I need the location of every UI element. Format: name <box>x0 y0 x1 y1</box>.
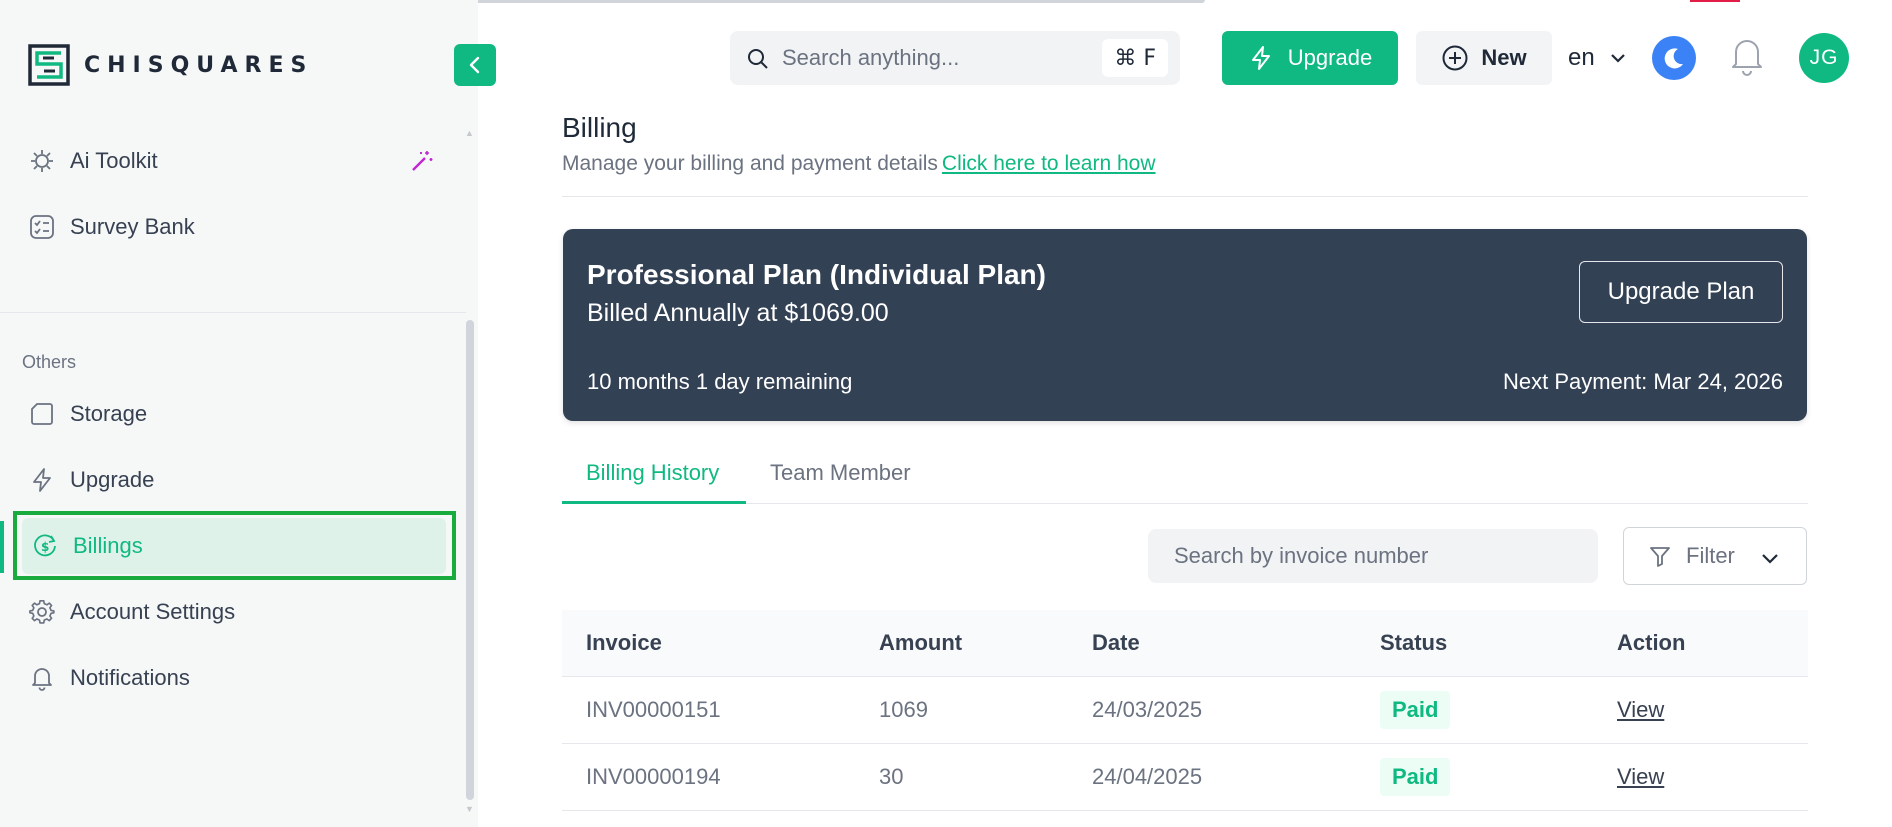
status-cell: Paid <box>1380 676 1617 744</box>
upgrade-button-label: Upgrade <box>1287 45 1373 70</box>
plan-billing-cycle: Billed Annually at $1069.00 <box>587 299 889 327</box>
lightning-icon <box>1251 46 1270 70</box>
sidebar-item-storage[interactable]: Storage <box>16 386 454 442</box>
chisquares-logo-icon <box>28 44 70 86</box>
brand-name: CHISQUARES <box>84 52 314 78</box>
active-tab-underline <box>562 501 746 504</box>
page-subtitle: Manage your billing and payment details C… <box>562 152 1156 176</box>
chevron-left-icon <box>469 56 480 74</box>
sidebar-item-ai-toolkit[interactable]: Ai Toolkit <box>16 133 454 189</box>
chevron-down-icon <box>1610 54 1625 63</box>
sidebar-item-label: Survey Bank <box>70 214 195 239</box>
invoice-search-input[interactable]: Search by invoice number <box>1148 529 1598 583</box>
survey-bank-icon <box>28 213 56 241</box>
column-header-action: Action <box>1617 610 1808 677</box>
plus-circle-icon <box>1442 45 1468 71</box>
invoice-date: 24/03/2025 <box>1092 676 1380 744</box>
tab-billing-history[interactable]: Billing History <box>586 460 719 486</box>
user-avatar[interactable]: JG <box>1799 33 1849 83</box>
search-shortcut: ⌘ F <box>1102 39 1168 77</box>
scroll-up-arrow[interactable]: ▲ <box>465 128 474 138</box>
sidebar-item-label: Ai Toolkit <box>70 148 158 173</box>
chevron-down-icon <box>1762 554 1778 564</box>
next-payment: Next Payment: Mar 24, 2026 <box>1502 369 1783 394</box>
billing-tabs: Billing History Team Member <box>562 452 1808 504</box>
language-value: en <box>1568 44 1595 71</box>
invoice-date: 24/04/2025 <box>1092 743 1380 811</box>
active-indicator <box>0 521 4 573</box>
filter-icon <box>1650 547 1670 567</box>
invoice-number: INV00000194 <box>562 743 879 811</box>
table-row: INV00000194 30 24/04/2025 Paid View <box>562 743 1808 811</box>
sidebar-item-label: Account Settings <box>70 599 236 624</box>
filter-dropdown[interactable]: Filter <box>1623 527 1807 585</box>
action-cell: View <box>1617 676 1808 744</box>
status-cell: Paid <box>1380 743 1617 811</box>
new-button[interactable]: New <box>1416 31 1552 85</box>
page-title: Billing <box>562 112 637 143</box>
bell-icon <box>28 664 56 692</box>
content-divider <box>562 196 1808 197</box>
new-button-label: New <box>1481 45 1527 70</box>
sidebar-scrollbar[interactable] <box>466 320 474 800</box>
language-selector[interactable]: en <box>1568 41 1627 75</box>
search-input[interactable]: Search anything... <box>782 45 959 71</box>
brand-logo[interactable]: CHISQUARES <box>28 44 313 86</box>
plan-card: Professional Plan (Individual Plan) Bill… <box>563 229 1807 421</box>
column-header-date: Date <box>1092 610 1380 677</box>
invoice-number: INV00000151 <box>562 676 879 744</box>
sidebar-divider <box>0 312 466 313</box>
sidebar-item-label: Upgrade <box>70 467 155 492</box>
global-search[interactable]: Search anything... ⌘ F <box>730 31 1180 85</box>
storage-icon <box>28 400 56 428</box>
action-cell: View <box>1617 743 1808 811</box>
invoice-amount: 30 <box>879 743 1092 811</box>
column-header-invoice: Invoice <box>562 610 879 677</box>
view-invoice-link[interactable]: View <box>1617 697 1664 722</box>
tab-team-member[interactable]: Team Member <box>770 460 911 486</box>
column-header-amount: Amount <box>879 610 1092 677</box>
scroll-down-arrow[interactable]: ▼ <box>465 804 474 814</box>
plan-remaining: 10 months 1 day remaining <box>587 369 853 394</box>
browser-tab-indicator <box>1690 0 1740 2</box>
table-row: INV00000151 1069 24/03/2025 Paid View <box>562 676 1808 744</box>
filter-label: Filter <box>1686 543 1735 568</box>
column-header-status: Status <box>1380 610 1617 677</box>
invoice-amount: 1069 <box>879 676 1092 744</box>
sidebar-item-label: Notifications <box>70 665 190 690</box>
theme-toggle[interactable] <box>1652 36 1696 80</box>
invoice-table: Invoice Amount Date Status Action INV000… <box>562 610 1808 811</box>
sidebar-item-account-settings[interactable]: Account Settings <box>16 584 454 640</box>
magic-wand-icon <box>412 151 433 171</box>
upgrade-button[interactable]: Upgrade <box>1222 31 1398 85</box>
sidebar-item-label: Storage <box>70 401 148 426</box>
subtitle-text: Manage your billing and payment details <box>562 152 938 175</box>
notifications-bell-icon[interactable] <box>1727 34 1767 78</box>
sidebar-collapse-button[interactable] <box>454 44 496 86</box>
sidebar-item-notifications[interactable]: Notifications <box>16 650 454 706</box>
table-header-row: Invoice Amount Date Status Action <box>562 610 1808 677</box>
view-invoice-link[interactable]: View <box>1617 764 1664 789</box>
sidebar-item-upgrade[interactable]: Upgrade <box>16 452 454 508</box>
status-badge: Paid <box>1380 690 1451 729</box>
search-icon <box>748 49 768 69</box>
plan-name: Professional Plan (Individual Plan) <box>587 259 1046 290</box>
ai-toolkit-icon <box>28 147 56 175</box>
lightning-icon <box>28 466 56 494</box>
sidebar-section-label: Others <box>22 352 77 372</box>
learn-how-link[interactable]: Click here to learn how <box>942 152 1156 175</box>
moon-icon <box>1664 48 1683 69</box>
sidebar-item-survey-bank[interactable]: Survey Bank <box>16 199 454 255</box>
highlight-outline <box>13 511 456 580</box>
upgrade-plan-button[interactable]: Upgrade Plan <box>1579 261 1783 323</box>
gear-icon <box>28 598 56 626</box>
sidebar: CHISQUARES Ai Toolkit Survey Bank Others… <box>0 0 478 827</box>
status-badge: Paid <box>1380 757 1451 796</box>
